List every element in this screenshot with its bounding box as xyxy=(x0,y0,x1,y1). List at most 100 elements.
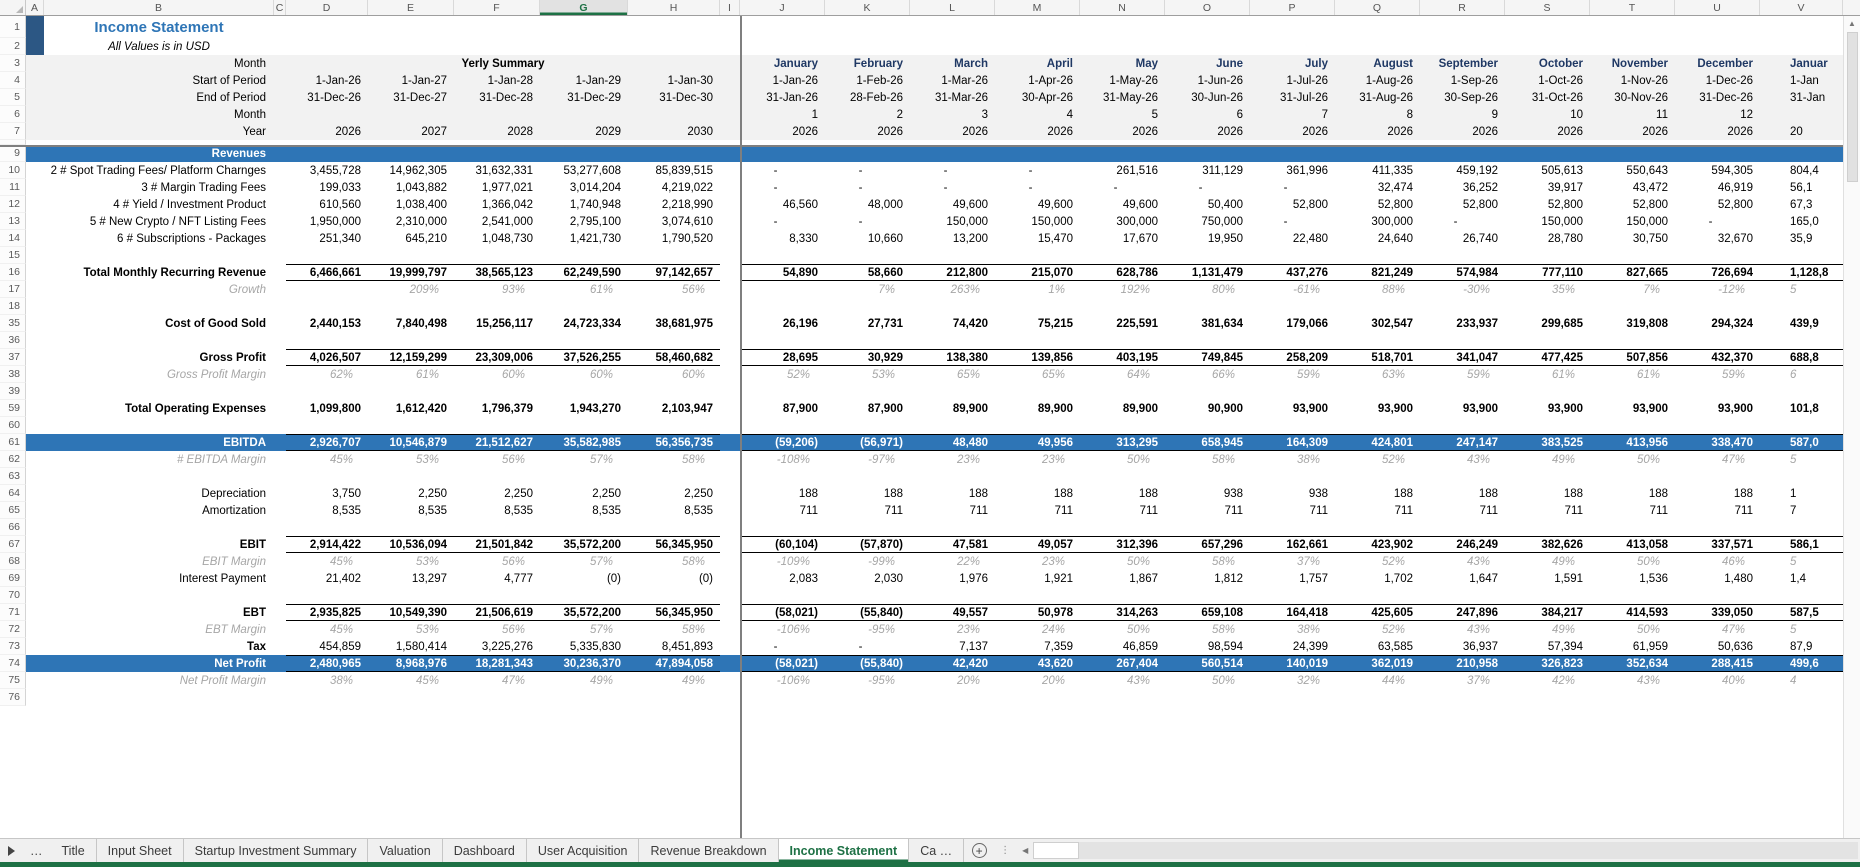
cell-B11[interactable]: 3 # Margin Trading Fees xyxy=(44,179,274,196)
cell-P15[interactable] xyxy=(1250,247,1335,264)
cell-G4[interactable]: 1-Jan-29 xyxy=(540,72,628,89)
cell-A1[interactable] xyxy=(26,16,44,38)
row-header-18[interactable]: 18 xyxy=(0,298,26,315)
cell-E70[interactable] xyxy=(368,587,454,604)
cell-I72[interactable] xyxy=(720,621,740,638)
cell-R14[interactable]: 26,740 xyxy=(1420,230,1505,247)
cell-V15[interactable] xyxy=(1760,247,1843,264)
cell-B67[interactable]: EBIT xyxy=(44,536,274,553)
tabbar-kebab-icon[interactable]: ⋮ xyxy=(994,839,1017,862)
cell-B9[interactable]: Revenues xyxy=(44,145,274,162)
cell-F5[interactable]: 31-Dec-28 xyxy=(454,89,540,106)
cell-V74[interactable]: 499,6 xyxy=(1760,655,1843,672)
cell-L15[interactable] xyxy=(910,247,995,264)
cell-A62[interactable] xyxy=(26,451,44,468)
cell-O60[interactable] xyxy=(1165,417,1250,434)
cell-B39[interactable] xyxy=(44,383,274,400)
cell-S75[interactable]: 42% xyxy=(1505,672,1590,689)
cell-E61[interactable]: 10,546,879 xyxy=(368,434,454,451)
cell-A16[interactable] xyxy=(26,264,44,281)
cell-I12[interactable] xyxy=(720,196,740,213)
cell-K14[interactable]: 10,660 xyxy=(825,230,910,247)
cell-M10[interactable]: - xyxy=(995,162,1080,179)
cell-I35[interactable] xyxy=(720,315,740,332)
cell-F59[interactable]: 1,796,379 xyxy=(454,400,540,417)
cell-E12[interactable]: 1,038,400 xyxy=(368,196,454,213)
cell-I38[interactable] xyxy=(720,366,740,383)
cell-T65[interactable]: 711 xyxy=(1590,502,1675,519)
cell-G73[interactable]: 5,335,830 xyxy=(540,638,628,655)
cell-K9[interactable] xyxy=(825,145,910,162)
cell-O10[interactable]: 311,129 xyxy=(1165,162,1250,179)
cell-Q65[interactable]: 711 xyxy=(1335,502,1420,519)
cell-L17[interactable]: 263% xyxy=(910,281,995,298)
cell-U36[interactable] xyxy=(1675,332,1760,349)
cell-O12[interactable]: 50,400 xyxy=(1165,196,1250,213)
cell-A69[interactable] xyxy=(26,570,44,587)
cell-L69[interactable]: 1,976 xyxy=(910,570,995,587)
cell-G35[interactable]: 24,723,334 xyxy=(540,315,628,332)
cell-A68[interactable] xyxy=(26,553,44,570)
cell-O61[interactable]: 658,945 xyxy=(1165,434,1250,451)
cell-L16[interactable]: 212,800 xyxy=(910,264,995,281)
cell-D4[interactable]: 1-Jan-26 xyxy=(286,72,368,89)
cell-R69[interactable]: 1,647 xyxy=(1420,570,1505,587)
cell-U6[interactable]: 12 xyxy=(1675,106,1760,123)
cell-H13[interactable]: 3,074,610 xyxy=(628,213,720,230)
cell-U75[interactable]: 40% xyxy=(1675,672,1760,689)
cell-K38[interactable]: 53% xyxy=(825,366,910,383)
cell-S16[interactable]: 777,110 xyxy=(1505,264,1590,281)
cell-K76[interactable] xyxy=(825,689,910,706)
cell-V1[interactable] xyxy=(1760,16,1843,38)
cell-O75[interactable]: 50% xyxy=(1165,672,1250,689)
cell-A37[interactable] xyxy=(26,349,44,366)
cell-O16[interactable]: 1,131,479 xyxy=(1165,264,1250,281)
cell-C14[interactable] xyxy=(274,230,286,247)
cell-S2[interactable] xyxy=(1505,38,1590,55)
cell-D6[interactable] xyxy=(286,106,368,123)
cell-L35[interactable]: 74,420 xyxy=(910,315,995,332)
row-header-76[interactable]: 76 xyxy=(0,689,26,706)
cell-F12[interactable]: 1,366,042 xyxy=(454,196,540,213)
cell-S61[interactable]: 383,525 xyxy=(1505,434,1590,451)
cell-D59[interactable]: 1,099,800 xyxy=(286,400,368,417)
cell-T38[interactable]: 61% xyxy=(1590,366,1675,383)
cell-E74[interactable]: 8,968,976 xyxy=(368,655,454,672)
cell-O39[interactable] xyxy=(1165,383,1250,400)
horizontal-scrollbar-track[interactable] xyxy=(1033,842,1858,859)
cell-E63[interactable] xyxy=(368,468,454,485)
scroll-up-icon[interactable]: ▲ xyxy=(1848,16,1856,30)
cell-P16[interactable]: 437,276 xyxy=(1250,264,1335,281)
cell-S4[interactable]: 1-Oct-26 xyxy=(1505,72,1590,89)
cell-J70[interactable] xyxy=(740,587,825,604)
cell-N73[interactable]: 46,859 xyxy=(1080,638,1165,655)
cell-U11[interactable]: 46,919 xyxy=(1675,179,1760,196)
cell-T37[interactable]: 507,856 xyxy=(1590,349,1675,366)
cell-N38[interactable]: 64% xyxy=(1080,366,1165,383)
cell-G59[interactable]: 1,943,270 xyxy=(540,400,628,417)
cell-H37[interactable]: 58,460,682 xyxy=(628,349,720,366)
cell-H38[interactable]: 60% xyxy=(628,366,720,383)
cell-O13[interactable]: 750,000 xyxy=(1165,213,1250,230)
cell-V38[interactable]: 6 xyxy=(1760,366,1843,383)
cell-K11[interactable]: - xyxy=(825,179,910,196)
cell-P35[interactable]: 179,066 xyxy=(1250,315,1335,332)
cell-O1[interactable] xyxy=(1165,16,1250,38)
column-header-M[interactable]: M xyxy=(995,0,1080,15)
cell-V6[interactable] xyxy=(1760,106,1843,123)
cell-Q4[interactable]: 1-Aug-26 xyxy=(1335,72,1420,89)
cell-V4[interactable]: 1-Jan xyxy=(1760,72,1843,89)
cell-C5[interactable] xyxy=(274,89,286,106)
cell-O9[interactable] xyxy=(1165,145,1250,162)
cell-F38[interactable]: 60% xyxy=(454,366,540,383)
cell-B12[interactable]: 4 # Yield / Investment Product xyxy=(44,196,274,213)
row-header-61[interactable]: 61 xyxy=(0,434,26,451)
cell-E7[interactable]: 2027 xyxy=(368,123,454,140)
cell-B15[interactable] xyxy=(44,247,274,264)
cell-B18[interactable] xyxy=(44,298,274,315)
cell-R6[interactable]: 9 xyxy=(1420,106,1505,123)
cell-U70[interactable] xyxy=(1675,587,1760,604)
row-header-68[interactable]: 68 xyxy=(0,553,26,570)
cell-F61[interactable]: 21,512,627 xyxy=(454,434,540,451)
cell-C65[interactable] xyxy=(274,502,286,519)
